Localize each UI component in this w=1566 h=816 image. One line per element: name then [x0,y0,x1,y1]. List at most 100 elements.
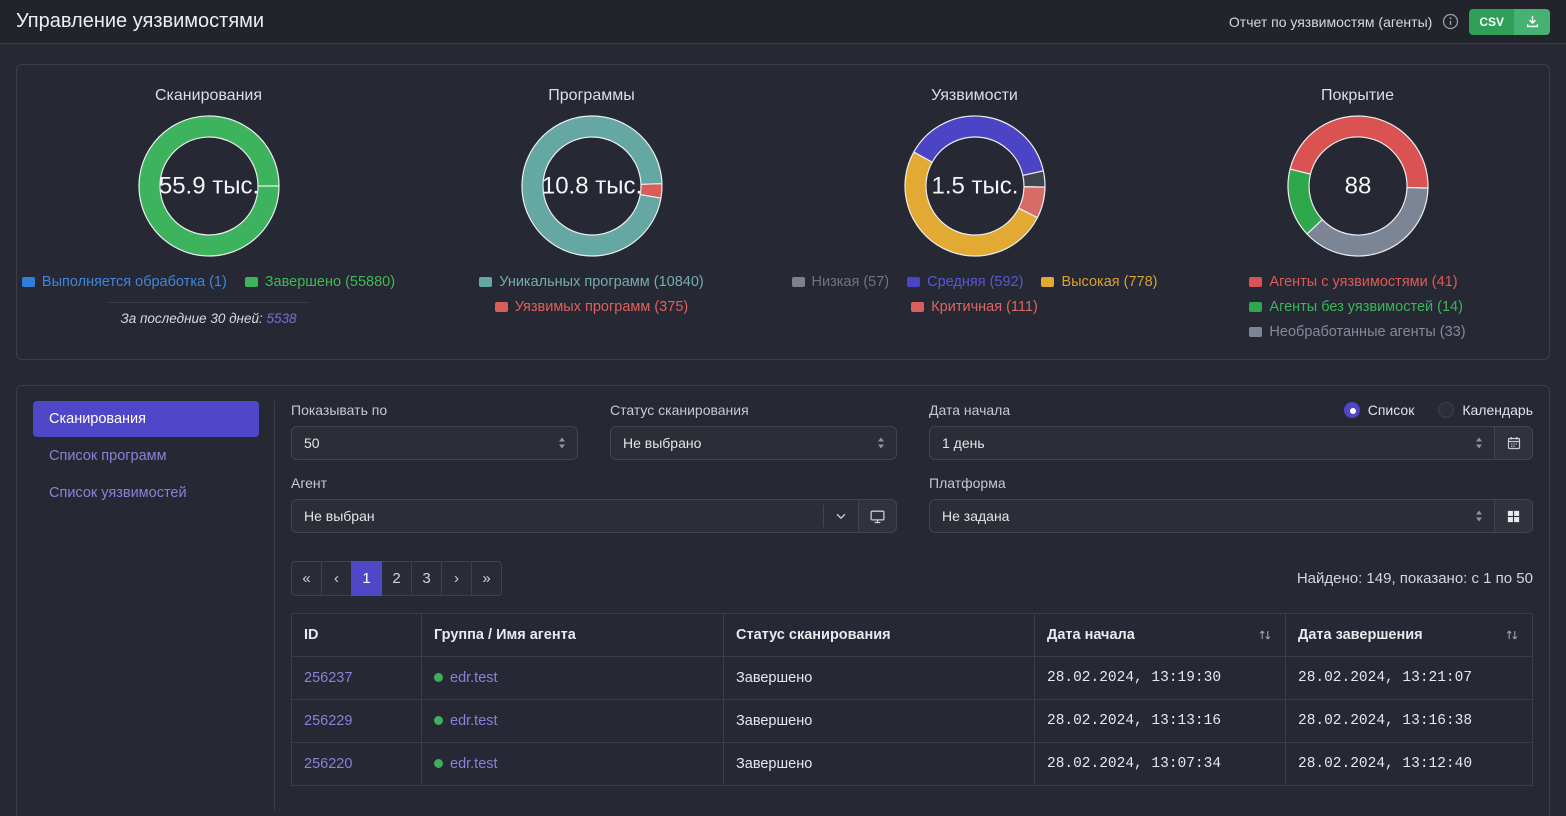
filters: Показывать по 50 Статус сканирования Не … [291,401,1533,533]
page-button[interactable]: « [291,561,322,596]
cell-date-end: 28.02.2024, 13:12:40 [1286,743,1533,786]
chart-card: Программы 10.8 тыс. Уникальных программ (1… [400,85,783,359]
calendar-button[interactable] [1495,426,1533,460]
donut-svg: 88 [1285,113,1431,259]
legend-item[interactable]: Уязвимых программ (375) [495,296,688,318]
platform-select[interactable]: Не задана [929,499,1495,533]
chart-center-value: 88 [1344,173,1371,200]
platform-grid-button[interactable] [1495,499,1533,533]
view-option-list[interactable]: Список [1344,402,1415,418]
agent-status-dot [434,673,443,682]
select-updown-icon [556,436,577,450]
legend-label: Агенты без уязвимостей (14) [1269,296,1463,318]
page-button[interactable]: 1 [351,561,382,596]
table-column-header[interactable]: Дата завершения [1286,614,1533,657]
legend-item[interactable]: Завершено (55880) [245,271,395,293]
scan-status-select[interactable]: Не выбрано [610,426,897,460]
grid-icon [1506,509,1521,524]
legend-label: Агенты с уязвимостями (41) [1269,271,1457,293]
filter-start-date: Дата начала Список Календарь [929,401,1533,460]
legend-item[interactable]: Уникальных программ (10840) [479,271,703,293]
cell-date-start: 28.02.2024, 13:07:34 [1035,743,1286,786]
agent-link[interactable]: edr.test [450,670,498,686]
cell-date-start: 28.02.2024, 13:13:16 [1035,700,1286,743]
page-size-select[interactable]: 50 [291,426,578,460]
legend-item[interactable]: Высокая (778) [1041,271,1157,293]
legend-label: Необработанные агенты (33) [1269,321,1465,343]
page-button[interactable]: » [471,561,502,596]
legend-swatch [22,277,35,287]
donut-svg: 10.8 тыс. [519,113,665,259]
chart-title: Покрытие [1321,85,1394,107]
radio-list[interactable] [1344,402,1360,418]
agent-label: Агент [291,475,327,491]
legend-swatch [1041,277,1054,287]
calendar-icon [1506,435,1522,451]
agent-link[interactable]: edr.test [450,713,498,729]
view-option-calendar[interactable]: Календарь [1438,402,1533,418]
agent-link[interactable]: edr.test [450,756,498,772]
sidebar: СканированияСписок программСписок уязвим… [33,401,259,810]
filter-platform: Платформа Не задана [929,474,1533,533]
cell-agent: edr.test [422,657,724,700]
pagination: «‹123›» [291,561,502,596]
legend-item[interactable]: Низкая (57) [792,271,890,293]
summary-panel: Сканирования55.9 тыс.Выполняется обработ… [16,64,1550,360]
agent-combobox[interactable]: Не выбран [291,499,859,533]
legend-label: Выполняется обработка (1) [42,271,227,293]
legend-swatch [1249,327,1262,337]
sidebar-item[interactable]: Список уязвимостей [33,475,259,511]
legend-item[interactable]: Необработанные агенты (33) [1249,321,1465,343]
scan-id-link[interactable]: 256220 [304,756,352,772]
page-button[interactable]: 2 [381,561,412,596]
filter-agent: Агент Не выбран [291,474,897,533]
page-button[interactable]: › [441,561,472,596]
legend-item[interactable]: Средняя (592) [907,271,1023,293]
csv-download-button[interactable] [1514,9,1550,35]
chart-legend: Уникальных программ (10840) Уязвимых прог… [479,271,703,318]
chart-legend: Низкая (57) Средняя (592) Высокая (778) Кри… [792,271,1158,318]
sidebar-item[interactable]: Список программ [33,438,259,474]
legend-label: Высокая (778) [1061,271,1157,293]
legend-item[interactable]: Критичная (111) [911,296,1038,318]
cell-id: 256237 [292,657,422,700]
sidebar-item[interactable]: Сканирования [33,401,259,437]
page-button[interactable]: ‹ [321,561,352,596]
chart-title: Программы [548,85,634,107]
agent-status-dot [434,759,443,768]
chart-legend: Выполняется обработка (1) Завершено (5588… [22,271,395,293]
legend-item[interactable]: Агенты без уязвимостей (14) [1249,296,1463,318]
legend-label: Завершено (55880) [265,271,395,293]
legend-item[interactable]: Выполняется обработка (1) [22,271,227,293]
legend-label: Уязвимых программ (375) [515,296,688,318]
cell-agent: edr.test [422,743,724,786]
chart-footnote-link[interactable]: 5538 [267,311,297,326]
legend-swatch [245,277,258,287]
agent-status-dot [434,716,443,725]
sort-icon [1504,627,1520,643]
legend-swatch [495,302,508,312]
cell-date-start: 28.02.2024, 13:19:30 [1035,657,1286,700]
scan-id-link[interactable]: 256229 [304,713,352,729]
page-button[interactable]: 3 [411,561,442,596]
filter-page-size: Показывать по 50 [291,401,578,460]
cell-status: Завершено [724,700,1035,743]
agent-browse-button[interactable] [859,499,897,533]
scan-id-link[interactable]: 256237 [304,670,352,686]
select-updown-icon [1473,436,1494,450]
legend-item[interactable]: Агенты с уязвимостями (41) [1249,271,1457,293]
csv-badge[interactable]: CSV [1469,9,1514,35]
start-date-select[interactable]: 1 день [929,426,1495,460]
table-column-header[interactable]: Дата начала [1035,614,1286,657]
view-toggle: Список Календарь [1344,402,1533,418]
chart-center-value: 1.5 тыс. [931,173,1018,200]
page-size-label: Показывать по [291,402,387,418]
chart-legend: Агенты с уязвимостями (41) Агенты без уяз… [1249,271,1465,343]
radio-calendar[interactable] [1438,402,1454,418]
legend-swatch [479,277,492,287]
info-icon[interactable] [1442,13,1459,30]
chevron-down-icon[interactable] [824,509,858,523]
select-updown-icon [875,436,896,450]
legend-label: Средняя (592) [927,271,1023,293]
cell-id: 256229 [292,700,422,743]
